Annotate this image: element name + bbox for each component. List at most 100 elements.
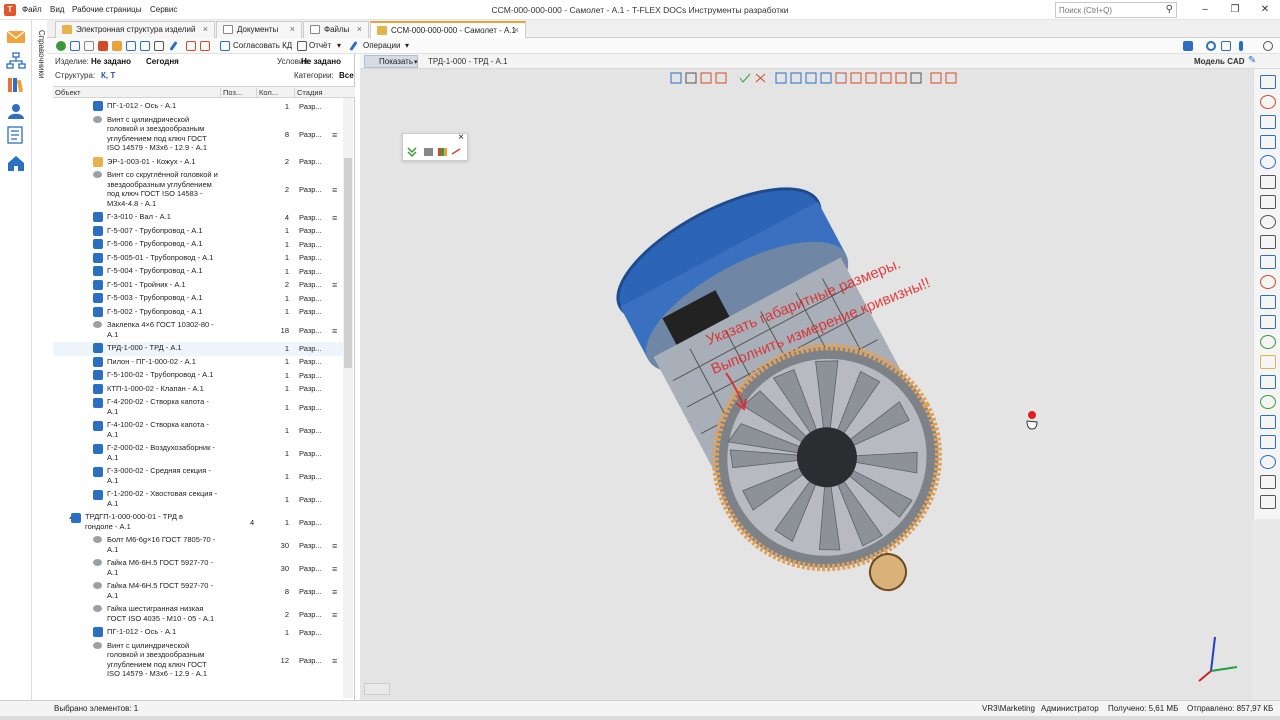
operations-button[interactable]: Операции bbox=[363, 41, 400, 50]
table-row[interactable]: ПГ-1-012 - Ось - А.1 1 Разр... bbox=[53, 100, 343, 114]
table-row[interactable]: Винт со скруглённой головкой и звездообр… bbox=[53, 169, 343, 211]
view-tool-icon[interactable] bbox=[1260, 95, 1276, 109]
table-row[interactable]: Г-2-000-02 - Воздухозаборник - А.1 1 Разр.… bbox=[53, 442, 343, 465]
table-row[interactable]: Гайка М6-6Н.5 ГОСТ 5927-70 - А.1 30 Разр..… bbox=[53, 557, 343, 580]
close-icon[interactable]: × bbox=[514, 23, 519, 38]
report-list-icon[interactable] bbox=[6, 126, 26, 144]
table-row[interactable]: КТП-1-000-02 - Клапан - А.1 1 Разр... bbox=[53, 383, 343, 397]
table-row[interactable]: Пилон - ПГ-1-000-02 - А.1 1 Разр... bbox=[53, 356, 343, 370]
settings-icon[interactable]: ✎ bbox=[1248, 55, 1256, 66]
row-document-icon[interactable]: ≡ bbox=[332, 326, 337, 336]
chevron-down-icon[interactable]: ▾ bbox=[414, 58, 418, 66]
view-tool-icon[interactable] bbox=[1260, 115, 1276, 129]
new-object-icon[interactable] bbox=[70, 41, 80, 51]
report-button[interactable]: Отчёт bbox=[309, 41, 331, 50]
show-button[interactable]: Показать bbox=[364, 55, 419, 68]
menu-workpages[interactable]: Рабочие страницы bbox=[72, 5, 141, 14]
user-icon[interactable] bbox=[6, 102, 26, 120]
collapse-icon[interactable] bbox=[1263, 41, 1273, 51]
table-row[interactable]: ПГ-1-012 - Ось - А.1 1 Разр... bbox=[53, 626, 343, 640]
close-button[interactable]: ✕ bbox=[1250, 2, 1280, 18]
row-document-icon[interactable]: ≡ bbox=[332, 610, 337, 620]
filter-icon[interactable] bbox=[1221, 41, 1231, 51]
table-row[interactable]: Болт М6-6g×16 ГОСТ 7805-70 - А.1 30 Разр..… bbox=[53, 534, 343, 557]
grid-scrollbar[interactable] bbox=[343, 98, 353, 698]
search-icon[interactable]: ⚲ bbox=[1166, 4, 1173, 15]
table-row[interactable]: Г-3-010 - Вал - А.1 4 Разр... ≡ bbox=[53, 211, 343, 225]
library-icon[interactable] bbox=[6, 76, 26, 94]
table-row[interactable]: Гайка М4-6Н.5 ГОСТ 5927-70 - А.1 8 Разр...… bbox=[53, 580, 343, 603]
table-row[interactable]: Заклепка 4×6 ГОСТ 10302-80 - А.1 18 Разр..… bbox=[53, 319, 343, 342]
maximize-button[interactable]: ❐ bbox=[1220, 2, 1250, 18]
close-icon[interactable]: × bbox=[290, 22, 295, 37]
table-row[interactable]: Г-5-005-01 - Трубопровод - А.1 1 Разр... bbox=[53, 252, 343, 266]
tab-documents[interactable]: Документы × bbox=[216, 21, 302, 38]
product-value[interactable]: Не задано bbox=[91, 57, 131, 66]
table-row[interactable]: Г-5-100-02 - Трубопровод - А.1 1 Разр... bbox=[53, 369, 343, 383]
column-position[interactable]: Поз... bbox=[221, 88, 257, 98]
row-document-icon[interactable]: ≡ bbox=[332, 213, 337, 223]
view-tool-icon[interactable] bbox=[1260, 215, 1276, 229]
row-document-icon[interactable]: ≡ bbox=[332, 541, 337, 551]
properties-icon[interactable] bbox=[154, 41, 164, 51]
close-icon[interactable]: × bbox=[357, 22, 362, 37]
view-tool-icon[interactable] bbox=[1260, 155, 1276, 169]
tree-icon[interactable] bbox=[126, 41, 136, 51]
menu-view[interactable]: Вид bbox=[50, 5, 64, 14]
view-tool-icon[interactable] bbox=[1260, 75, 1276, 89]
table-row[interactable]: Гайка шестигранная низкая ГОСТ ISO 4035 … bbox=[53, 603, 343, 626]
chevron-down-icon[interactable]: ▾ bbox=[405, 41, 409, 50]
table-row[interactable]: Винт с цилиндрической головкой и звездоо… bbox=[53, 640, 343, 682]
table-row[interactable]: ◢ТРДГП-1-000-000-01 - ТРД в гондоле - А.… bbox=[53, 511, 343, 534]
column-quantity[interactable]: Кол... bbox=[257, 88, 295, 98]
menu-file[interactable]: Файл bbox=[22, 5, 42, 14]
table-row[interactable]: Г-5-001 - Тройник - А.1 2 Разр... ≡ bbox=[53, 279, 343, 293]
chevron-down-icon[interactable]: ▾ bbox=[337, 41, 341, 50]
row-document-icon[interactable]: ≡ bbox=[332, 130, 337, 140]
add-icon[interactable] bbox=[56, 41, 66, 51]
row-document-icon[interactable]: ≡ bbox=[332, 185, 337, 195]
view-tool-icon[interactable] bbox=[1260, 495, 1276, 509]
scrollbar-thumb[interactable] bbox=[344, 158, 352, 368]
table-row[interactable]: Г-3-000-02 - Средняя секция - А.1 1 Разр..… bbox=[53, 465, 343, 488]
view-tool-icon[interactable] bbox=[1260, 195, 1276, 209]
date-value[interactable]: Сегодня bbox=[146, 57, 179, 66]
row-document-icon[interactable]: ≡ bbox=[332, 587, 337, 597]
view-tool-icon[interactable] bbox=[1260, 455, 1276, 469]
close-icon[interactable]: × bbox=[203, 22, 208, 37]
menu-service[interactable]: Сервис bbox=[150, 5, 177, 14]
table-row[interactable]: Г-5-007 - Трубопровод - А.1 1 Разр... bbox=[53, 225, 343, 239]
table-row[interactable]: Г-1-200-02 - Хвостовая секция - А.1 1 Разр… bbox=[53, 488, 343, 511]
column-object[interactable]: Объект bbox=[53, 88, 221, 98]
close-icon[interactable]: × bbox=[458, 132, 464, 143]
view-tool-icon[interactable] bbox=[1260, 275, 1276, 289]
table-row[interactable]: Г-5-006 - Трубопровод - А.1 1 Разр... bbox=[53, 238, 343, 252]
row-document-icon[interactable]: ≡ bbox=[332, 280, 337, 290]
copy-icon[interactable] bbox=[84, 41, 94, 51]
search-box[interactable]: ⚲ bbox=[1055, 2, 1177, 18]
view-tool-icon[interactable] bbox=[1260, 175, 1276, 189]
view-tool-icons[interactable] bbox=[670, 72, 957, 84]
mail-icon[interactable] bbox=[6, 28, 26, 46]
engine-3d-model[interactable] bbox=[580, 129, 980, 619]
table-icon[interactable] bbox=[140, 41, 150, 51]
folder-icon[interactable] bbox=[112, 41, 122, 51]
conditions-value[interactable]: Не задано bbox=[301, 57, 341, 66]
view-tool-icon[interactable] bbox=[1260, 295, 1276, 309]
categories-value[interactable]: Все bbox=[339, 71, 354, 80]
row-document-icon[interactable]: ≡ bbox=[332, 564, 337, 574]
row-document-icon[interactable]: ≡ bbox=[332, 656, 337, 666]
table-row[interactable]: Г-5-002 - Трубопровод - А.1 1 Разр... bbox=[53, 306, 343, 320]
view-tool-icon[interactable] bbox=[1260, 395, 1276, 409]
floating-tool-icons[interactable] bbox=[406, 146, 464, 158]
save-icon[interactable] bbox=[186, 41, 196, 51]
zoom-icon[interactable] bbox=[1206, 41, 1216, 51]
tab-aircraft[interactable]: ССМ-000-000-000 - Самолет - А.1 × bbox=[370, 21, 526, 39]
home-icon[interactable] bbox=[6, 154, 26, 172]
table-row[interactable]: Г-5-004 - Трубопровод - А.1 1 Разр... bbox=[53, 265, 343, 279]
table-row[interactable]: Винт с цилиндрической головкой и звездоо… bbox=[53, 114, 343, 156]
view-tool-icon[interactable] bbox=[1260, 335, 1276, 349]
view-tool-icon[interactable] bbox=[1260, 355, 1276, 369]
view-tool-icon[interactable] bbox=[1260, 255, 1276, 269]
view-tool-icon[interactable] bbox=[1260, 475, 1276, 489]
